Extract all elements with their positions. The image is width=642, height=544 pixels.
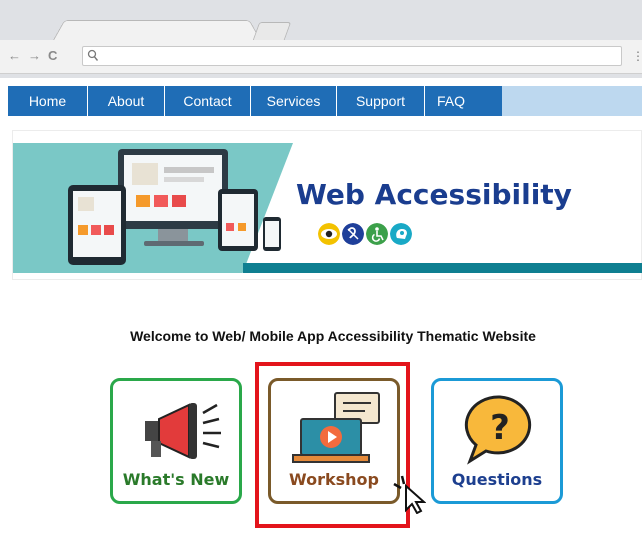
nav-item-faq[interactable]: FAQ — [425, 86, 502, 116]
workshop-highlight-box — [255, 362, 410, 528]
nav-item-about[interactable]: About — [88, 86, 165, 116]
browser-menu-icon[interactable]: ⋮ — [632, 49, 642, 63]
svg-text:?: ? — [490, 408, 510, 448]
browser-chrome: ← → C ⋮ — [0, 0, 642, 78]
nav-item-services[interactable]: Services — [251, 86, 337, 116]
welcome-heading: Welcome to Web/ Mobile App Accessibility… — [130, 328, 536, 344]
cognitive-icon — [390, 223, 412, 245]
browser-toolbar: ← → C ⋮ — [0, 40, 642, 74]
forward-icon[interactable]: → — [28, 48, 41, 64]
tab-strip — [0, 0, 642, 42]
megaphone-icon — [145, 403, 221, 459]
nav-item-support[interactable]: Support — [337, 86, 425, 116]
address-bar[interactable] — [82, 46, 622, 66]
eye-icon — [318, 223, 340, 245]
whats-new-label: What's New — [122, 470, 230, 489]
nav-bar: Home About Contact Services Support FAQ — [8, 86, 502, 116]
new-tab-button[interactable] — [252, 22, 292, 40]
hero-banner: Web Accessibility — [12, 130, 642, 280]
reload-icon[interactable]: C — [48, 48, 57, 64]
banner-stripe — [243, 263, 642, 273]
main-navigation: Home About Contact Services Support FAQ — [8, 86, 642, 116]
nav-item-home[interactable]: Home — [8, 86, 88, 116]
questions-label: Questions — [451, 470, 543, 489]
search-icon — [87, 49, 99, 61]
banner-title: Web Accessibility — [296, 178, 572, 211]
back-icon[interactable]: ← — [8, 48, 21, 64]
browser-tab[interactable] — [52, 20, 262, 42]
mouse-cursor-icon — [393, 475, 426, 514]
nav-item-contact[interactable]: Contact — [165, 86, 251, 116]
web-page: Home About Contact Services Support FAQ — [0, 78, 642, 544]
whats-new-card[interactable]: What's New — [110, 378, 242, 504]
hearing-icon — [342, 223, 364, 245]
devices-illustration — [68, 149, 281, 265]
wheelchair-icon — [366, 223, 388, 245]
question-bubble-icon: ? — [464, 395, 532, 465]
questions-card[interactable]: ? Questions — [431, 378, 563, 504]
